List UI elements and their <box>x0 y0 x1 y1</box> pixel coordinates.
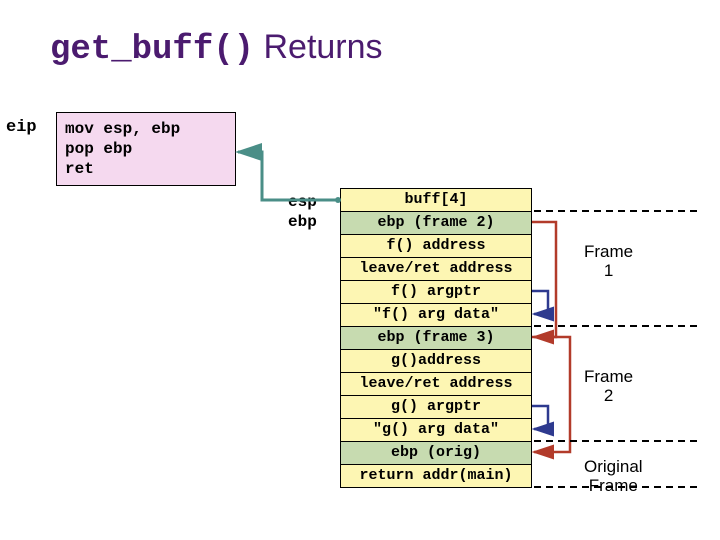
title-rest: Returns <box>254 28 383 66</box>
stack-cell-7: g()address <box>340 349 532 372</box>
slide-title: get_buff() Returns <box>50 30 383 67</box>
eip-label: eip <box>6 118 37 137</box>
stack-cell-2: f() address <box>340 234 532 257</box>
original-frame-label: Original Frame <box>584 458 643 495</box>
stack-pointer-labels: esp ebp <box>288 192 317 232</box>
ebp-link-2-arrow <box>532 337 570 452</box>
stack-cell-3: leave/ret address <box>340 257 532 280</box>
stack-cell-12: return addr(main) <box>340 464 532 487</box>
stack-cell-11: ebp (orig) <box>340 441 532 464</box>
stack-cell-5: "f() arg data" <box>340 303 532 326</box>
stack-cell-10: "g() arg data" <box>340 418 532 441</box>
argptr-f-arrow <box>532 291 548 314</box>
stack-cell-1: ebp (frame 2) <box>340 211 532 234</box>
stack-cell-4: f() argptr <box>340 280 532 303</box>
code-snippet: mov esp, ebp pop ebp ret <box>56 112 236 186</box>
stack-cell-6: ebp (frame 3) <box>340 326 532 349</box>
ebp-label: ebp <box>288 212 317 232</box>
stack-table: buff[4]ebp (frame 2)f() addressleave/ret… <box>340 188 532 488</box>
esp-label: esp <box>288 192 317 212</box>
stack-cell-0: buff[4] <box>340 188 532 211</box>
ebp-link-1-arrow <box>532 222 556 337</box>
title-code: get_buff() <box>50 31 254 69</box>
argptr-g-arrow <box>532 406 548 429</box>
frame-2-label: Frame 2 <box>584 368 633 405</box>
stack-cell-8: leave/ret address <box>340 372 532 395</box>
stack-cell-9: g() argptr <box>340 395 532 418</box>
frame-1-label: Frame 1 <box>584 243 633 280</box>
